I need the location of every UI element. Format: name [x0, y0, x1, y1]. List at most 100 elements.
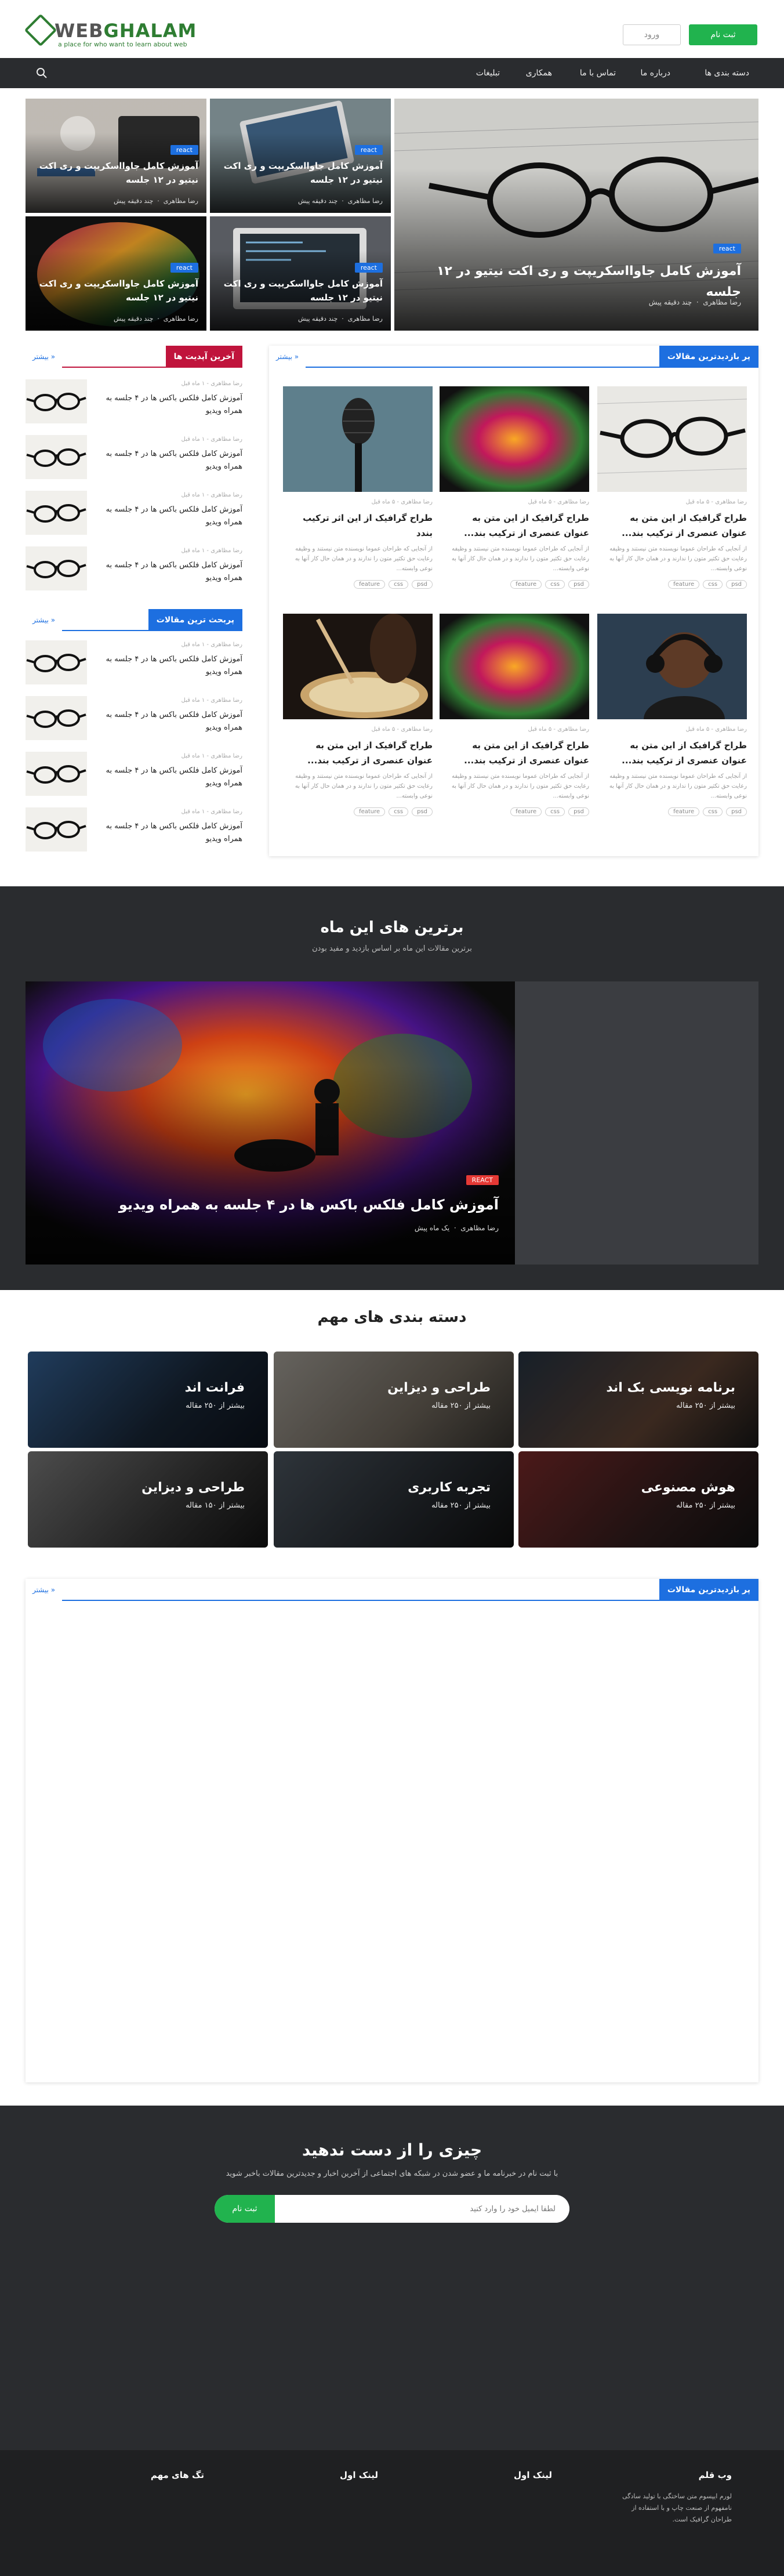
- list-item-title[interactable]: آموزش کامل فلکس باکس ها در ۴ جلسه به همر…: [95, 653, 242, 679]
- list-item-title[interactable]: آموزش کامل فلکس باکس ها در ۴ جلسه به همر…: [95, 448, 242, 473]
- article-title[interactable]: طراح گرافیک از این متن به عنوان عنصری از…: [602, 738, 747, 768]
- hero-small-title[interactable]: آموزش کامل جاوااسکریپت و ری اکت نیتیو در…: [220, 159, 383, 187]
- tag-pill[interactable]: feature: [354, 807, 386, 816]
- tag-pill[interactable]: feature: [510, 580, 542, 589]
- newsletter-submit-button[interactable]: ثبت نام: [215, 2195, 275, 2223]
- hero-small-title[interactable]: آموزش کامل جاوااسکریپت و ری اکت نیتیو در…: [36, 159, 198, 187]
- list-item[interactable]: رضا مظاهری - ۱ ماه قبل آموزش کامل فلکس با…: [26, 807, 242, 856]
- article-title[interactable]: طراح گرافیک از این متن به عنوان عنصری از…: [602, 510, 747, 541]
- hero-small-post[interactable]: react آموزش کامل جاوااسکریپت و ری اکت نی…: [210, 216, 391, 331]
- category-name[interactable]: طراحی و دیزاین: [141, 1480, 245, 1495]
- category-name[interactable]: فرانت اند: [185, 1381, 245, 1395]
- article-card[interactable]: رضا مظاهری - ۵ ماه قبل طراح گرافیک از این…: [283, 386, 433, 601]
- hero-small-title[interactable]: آموزش کامل جاوااسکریپت و ری اکت نیتیو در…: [220, 277, 383, 305]
- tag-pill[interactable]: psd: [412, 807, 433, 816]
- hero-small-badge[interactable]: react: [354, 263, 383, 273]
- hero-small-post[interactable]: react آموزش کامل جاوااسکریپت و ری اکت نی…: [26, 99, 206, 213]
- list-item-title[interactable]: آموزش کامل فلکس باکس ها در ۴ جلسه به همر…: [95, 765, 242, 790]
- category-card[interactable]: هوش مصنوعی بیشتر از ۲۵۰ مقاله: [518, 1451, 758, 1548]
- category-card[interactable]: طراحی و دیزاین بیشتر از ۱۵۰ مقاله: [28, 1451, 268, 1548]
- list-item[interactable]: رضا مظاهری - ۱ ماه قبل آموزش کامل فلکس با…: [26, 491, 242, 539]
- tag-pill[interactable]: feature: [354, 580, 386, 589]
- tag-pill[interactable]: css: [389, 580, 409, 589]
- tag-pill[interactable]: psd: [568, 807, 589, 816]
- tag-pill[interactable]: css: [389, 807, 409, 816]
- month-main-post[interactable]: REACT آموزش کامل فلکس باکس ها در ۴ جلسه …: [26, 981, 515, 1265]
- tag-pill[interactable]: css: [703, 580, 723, 589]
- tag-pill[interactable]: psd: [412, 580, 433, 589]
- category-card[interactable]: طراحی و دیزاین بیشتر از ۲۵۰ مقاله: [274, 1352, 514, 1448]
- hero-small-badge[interactable]: react: [170, 263, 198, 273]
- hero-main-post[interactable]: react آموزش کامل جاوااسکریپت و ری اکت نی…: [394, 99, 758, 331]
- list-item-thumbnail[interactable]: [26, 696, 87, 740]
- month-main-badge[interactable]: REACT: [466, 1175, 499, 1185]
- tag-pill[interactable]: feature: [668, 580, 700, 589]
- search-icon[interactable]: [36, 67, 48, 79]
- article-card[interactable]: رضا مظاهری - ۵ ماه قبل طراح گرافیک از این…: [597, 386, 747, 601]
- list-item[interactable]: رضا مظاهری - ۱ ماه قبل آموزش کامل فلکس با…: [26, 752, 242, 800]
- list-item[interactable]: رضا مظاهری - ۱ ماه قبل آموزش کامل فلکس با…: [26, 546, 242, 595]
- tag-pill[interactable]: psd: [568, 580, 589, 589]
- list-item-title[interactable]: آموزش کامل فلکس باکس ها در ۴ جلسه به همر…: [95, 820, 242, 846]
- article-title[interactable]: طراح گرافیک از این اثر ترکیب بندد: [288, 510, 433, 541]
- register-button[interactable]: ثبت نام: [689, 24, 757, 45]
- most-discussed-more-link[interactable]: « بیشتر: [26, 609, 63, 631]
- category-name[interactable]: برنامه نویسی بک اند: [606, 1381, 735, 1395]
- list-item-thumbnail[interactable]: [26, 546, 87, 590]
- list-item-thumbnail[interactable]: [26, 640, 87, 684]
- nav-item-contact[interactable]: تماس با ما: [580, 58, 616, 88]
- list-item[interactable]: رضا مظاهری - ۱ ماه قبل آموزش کامل فلکس با…: [26, 640, 242, 689]
- hero-small-post[interactable]: react آموزش کامل جاوااسکریپت و ری اکت نی…: [210, 99, 391, 213]
- popular-posts-2-more-link[interactable]: « بیشتر: [26, 1579, 63, 1601]
- hero-small-badge[interactable]: react: [170, 145, 198, 155]
- list-item[interactable]: رضا مظاهری - ۱ ماه قبل آموزش کامل فلکس با…: [26, 379, 242, 428]
- popular-posts-more-link[interactable]: « بیشتر: [269, 346, 306, 368]
- tag-pill[interactable]: psd: [726, 807, 747, 816]
- article-title[interactable]: طراح گرافیک از این متن به عنوان عنصری از…: [444, 738, 589, 768]
- nav-item-ads[interactable]: تبلیغات: [476, 58, 500, 88]
- list-item-title[interactable]: آموزش کامل فلکس باکس ها در ۴ جلسه به همر…: [95, 559, 242, 585]
- latest-updates-more-link[interactable]: « بیشتر: [26, 346, 63, 368]
- category-card[interactable]: فرانت اند بیشتر از ۲۵۰ مقاله: [28, 1352, 268, 1448]
- tag-pill[interactable]: css: [545, 580, 565, 589]
- article-card[interactable]: رضا مظاهری - ۵ ماه قبل طراح گرافیک از این…: [283, 614, 433, 828]
- tag-pill[interactable]: css: [545, 807, 565, 816]
- hero-main-badge[interactable]: react: [713, 244, 741, 253]
- list-item[interactable]: رضا مظاهری - ۱ ماه قبل آموزش کامل فلکس با…: [26, 435, 242, 484]
- list-item-thumbnail[interactable]: [26, 379, 87, 423]
- article-title[interactable]: طراح گرافیک از این متن به عنوان عنصری از…: [444, 510, 589, 541]
- article-thumbnail[interactable]: [597, 614, 747, 719]
- category-card[interactable]: تجربه کاربری بیشتر از ۲۵۰ مقاله: [274, 1451, 514, 1548]
- list-item-thumbnail[interactable]: [26, 491, 87, 535]
- list-item-title[interactable]: آموزش کامل فلکس باکس ها در ۴ جلسه به همر…: [95, 709, 242, 734]
- hero-small-badge[interactable]: react: [354, 145, 383, 155]
- article-thumbnail[interactable]: [440, 386, 589, 492]
- category-card[interactable]: برنامه نویسی بک اند بیشتر از ۲۵۰ مقاله: [518, 1352, 758, 1448]
- article-card[interactable]: رضا مظاهری - ۵ ماه قبل طراح گرافیک از این…: [597, 614, 747, 828]
- hero-main-title[interactable]: آموزش کامل جاوااسکریپت و ری اکت نیتیو در…: [416, 261, 741, 303]
- newsletter-email-input[interactable]: [275, 2195, 569, 2223]
- list-item-thumbnail[interactable]: [26, 435, 87, 479]
- nav-item-categories[interactable]: دسته بندی ها: [705, 58, 749, 88]
- list-item[interactable]: رضا مظاهری - ۱ ماه قبل آموزش کامل فلکس با…: [26, 696, 242, 745]
- month-main-title[interactable]: آموزش کامل فلکس باکس ها در ۴ جلسه به همر…: [93, 1194, 499, 1216]
- tag-pill[interactable]: feature: [510, 807, 542, 816]
- article-thumbnail[interactable]: [283, 386, 433, 492]
- article-thumbnail[interactable]: [283, 614, 433, 719]
- article-thumbnail[interactable]: [440, 614, 589, 719]
- list-item-thumbnail[interactable]: [26, 807, 87, 852]
- tag-pill[interactable]: psd: [726, 580, 747, 589]
- article-thumbnail[interactable]: [597, 386, 747, 492]
- login-button[interactable]: ورود: [623, 24, 681, 45]
- tag-pill[interactable]: feature: [668, 807, 700, 816]
- hero-small-title[interactable]: آموزش کامل جاوااسکریپت و ری اکت نیتیو در…: [36, 277, 198, 305]
- list-item-thumbnail[interactable]: [26, 752, 87, 796]
- site-logo[interactable]: WEBGHALAM a place for who want to learn …: [24, 13, 199, 51]
- list-item-title[interactable]: آموزش کامل فلکس باکس ها در ۴ جلسه به همر…: [95, 503, 242, 529]
- list-item-title[interactable]: آموزش کامل فلکس باکس ها در ۴ جلسه به همر…: [95, 392, 242, 418]
- tag-pill[interactable]: css: [703, 807, 723, 816]
- nav-item-about[interactable]: درباره ما: [641, 58, 670, 88]
- category-name[interactable]: هوش مصنوعی: [641, 1480, 735, 1495]
- article-title[interactable]: طراح گرافیک از این متن به عنوان عنصری از…: [288, 738, 433, 768]
- article-card[interactable]: رضا مظاهری - ۵ ماه قبل طراح گرافیک از این…: [440, 614, 589, 828]
